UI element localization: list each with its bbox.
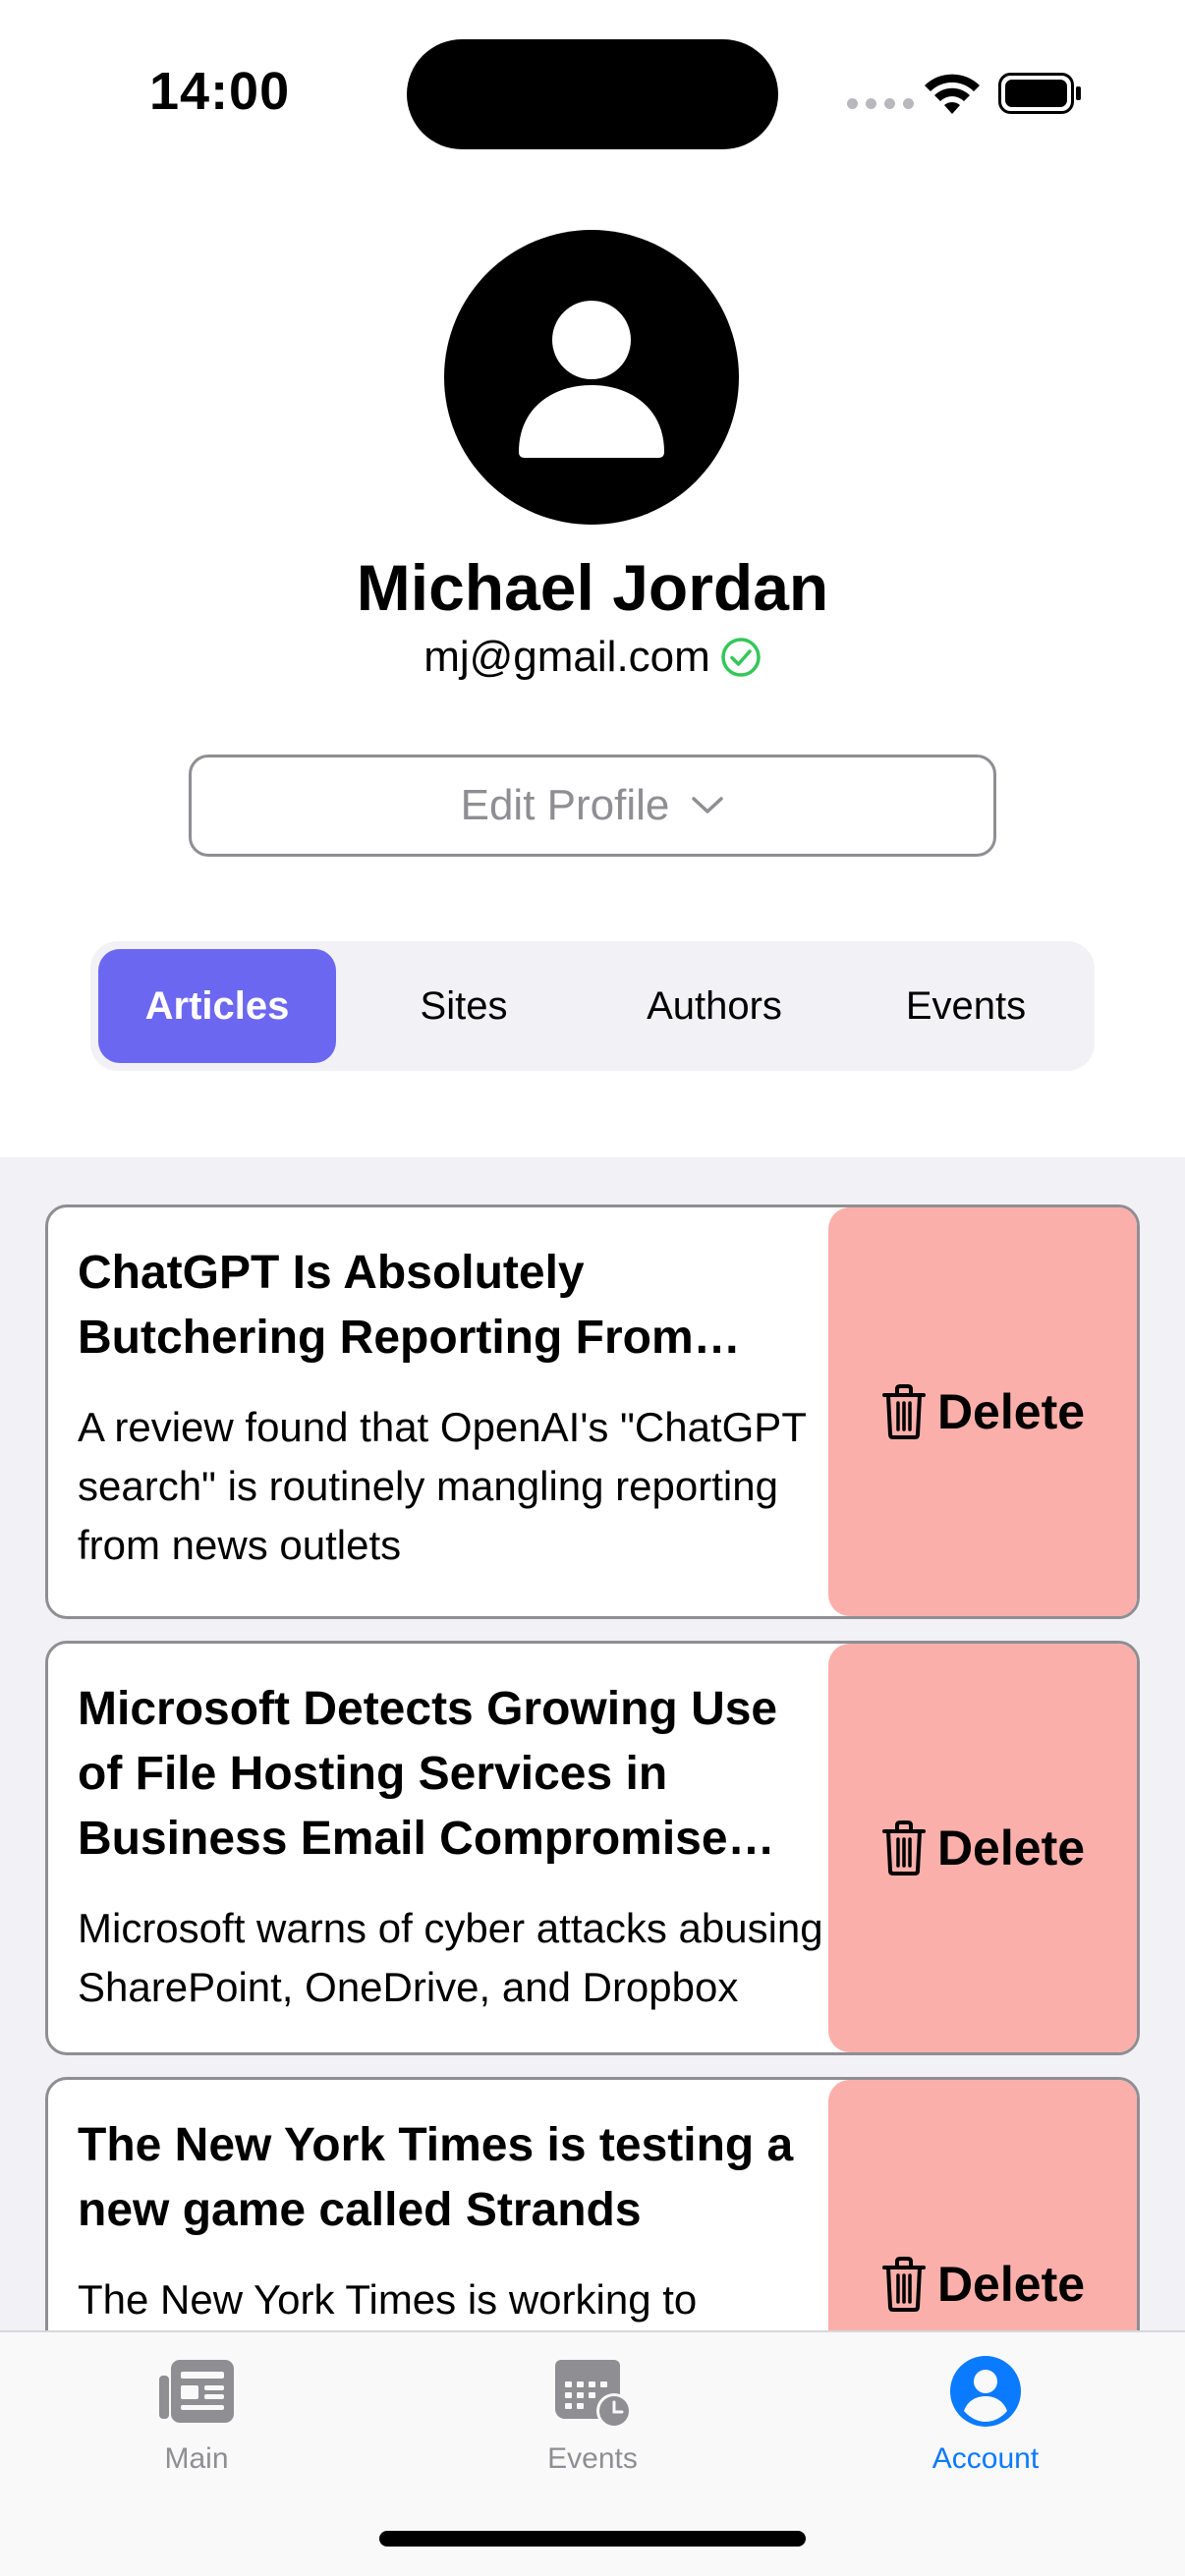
avatar — [444, 230, 739, 525]
delete-button[interactable]: Delete — [828, 1644, 1137, 2052]
article-list[interactable]: ChatGPT Is Absolutely Butchering Reporti… — [0, 1157, 1185, 2330]
delete-label: Delete — [936, 1820, 1086, 1876]
wifi-icon — [925, 74, 980, 114]
email-row: mj@gmail.com — [0, 633, 1185, 682]
article-content: The New York Times is testing a new game… — [78, 2113, 824, 2329]
calendar-clock-icon — [555, 2360, 632, 2429]
status-time: 14:00 — [149, 62, 291, 121]
tab-events[interactable]: Events — [445, 2352, 740, 2476]
segmented-control: Articles Sites Authors Events — [90, 941, 1095, 1071]
delete-label: Delete — [936, 2257, 1086, 2312]
chevron-down-icon — [692, 797, 724, 813]
trash-icon — [881, 1384, 926, 1439]
trash-icon — [881, 1820, 926, 1876]
tab-events-label: Events — [547, 2442, 638, 2475]
delete-button[interactable]: Delete — [828, 2080, 1137, 2330]
tab-main[interactable]: Main — [49, 2352, 344, 2476]
article-summary: A review found that OpenAI's "ChatGPT se… — [78, 1404, 807, 1568]
battery-icon — [998, 73, 1081, 114]
article-title: ChatGPT Is Absolutely Butchering Reporti… — [78, 1247, 694, 1364]
article-content: Microsoft Detects Growing Use of File Ho… — [78, 1677, 824, 2017]
cellular-signal-icon — [847, 98, 914, 109]
article-title: Microsoft Detects Growing Use of File Ho… — [78, 1683, 778, 1865]
article-card[interactable]: ChatGPT Is Absolutely Butchering Reporti… — [45, 1204, 1140, 1619]
person-icon — [519, 301, 664, 458]
delete-label: Delete — [936, 1384, 1086, 1439]
segment-authors[interactable]: Authors — [595, 949, 833, 1063]
tab-account-label: Account — [931, 2442, 1040, 2475]
trash-icon — [881, 2257, 926, 2312]
tab-account[interactable]: Account — [838, 2352, 1133, 2476]
home-indicator — [379, 2531, 806, 2547]
article-card[interactable]: Microsoft Detects Growing Use of File Ho… — [45, 1641, 1140, 2055]
edit-profile-button[interactable]: Edit Profile — [189, 755, 996, 857]
segment-events[interactable]: Events — [847, 949, 1085, 1063]
article-summary: The New York Times is working to — [78, 2276, 698, 2323]
profile-name: Michael Jordan — [356, 551, 829, 624]
article-content: ChatGPT Is Absolutely Butchering Reporti… — [78, 1241, 824, 1575]
profile-email: mj@gmail.com — [423, 633, 710, 681]
newspaper-icon — [159, 2360, 234, 2423]
person-circle-icon — [950, 2356, 1021, 2427]
article-summary: Microsoft warns of cyber attacks abusing… — [78, 1905, 823, 2010]
status-bar: 14:00 — [0, 0, 1185, 149]
segment-sites[interactable]: Sites — [346, 949, 582, 1063]
delete-button[interactable]: Delete — [828, 1207, 1137, 1616]
article-card[interactable]: The New York Times is testing a new game… — [45, 2077, 1140, 2330]
segment-articles[interactable]: Articles — [98, 949, 336, 1063]
verified-check-icon — [721, 638, 761, 677]
article-title: The New York Times is testing a new game… — [78, 2119, 794, 2236]
edit-profile-label: Edit Profile — [460, 781, 670, 829]
tab-main-label: Main — [164, 2442, 229, 2475]
dynamic-island — [407, 39, 778, 149]
